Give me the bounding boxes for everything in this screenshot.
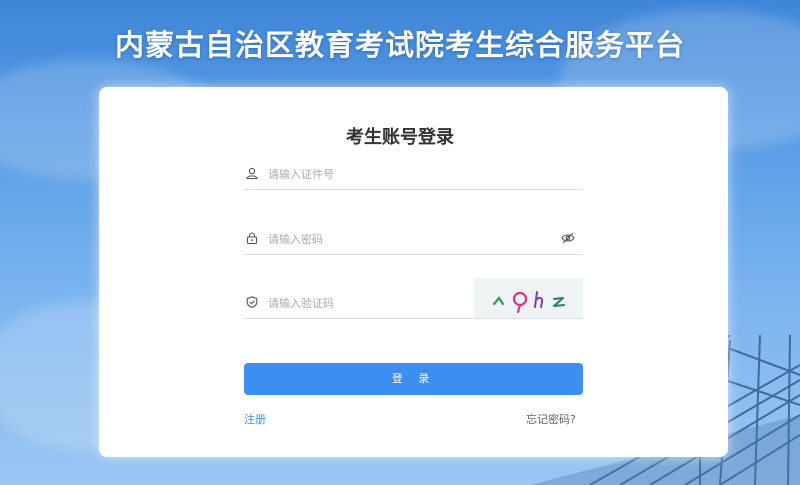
- user-icon: [246, 167, 258, 179]
- captcha-text-graphic: [492, 291, 565, 314]
- captcha-image[interactable]: [474, 278, 583, 318]
- password-field[interactable]: 请输入密码: [244, 224, 583, 255]
- password-input[interactable]: 请输入密码: [268, 231, 323, 247]
- login-button[interactable]: 登 录: [244, 363, 583, 395]
- captcha-input[interactable]: 请输入验证码: [268, 295, 334, 311]
- shield-icon: [246, 296, 258, 308]
- forgot-password-link[interactable]: 忘记密码?: [526, 411, 576, 427]
- id-number-field[interactable]: 请输入证件号: [244, 159, 583, 190]
- lock-icon: [246, 232, 258, 244]
- eye-off-icon[interactable]: [561, 232, 575, 244]
- id-number-input[interactable]: 请输入证件号: [268, 166, 334, 182]
- register-link[interactable]: 注册: [244, 411, 266, 427]
- login-title: 考生账号登录: [346, 127, 454, 148]
- site-title: 内蒙古自治区教育考试院考生综合服务平台: [114, 28, 685, 62]
